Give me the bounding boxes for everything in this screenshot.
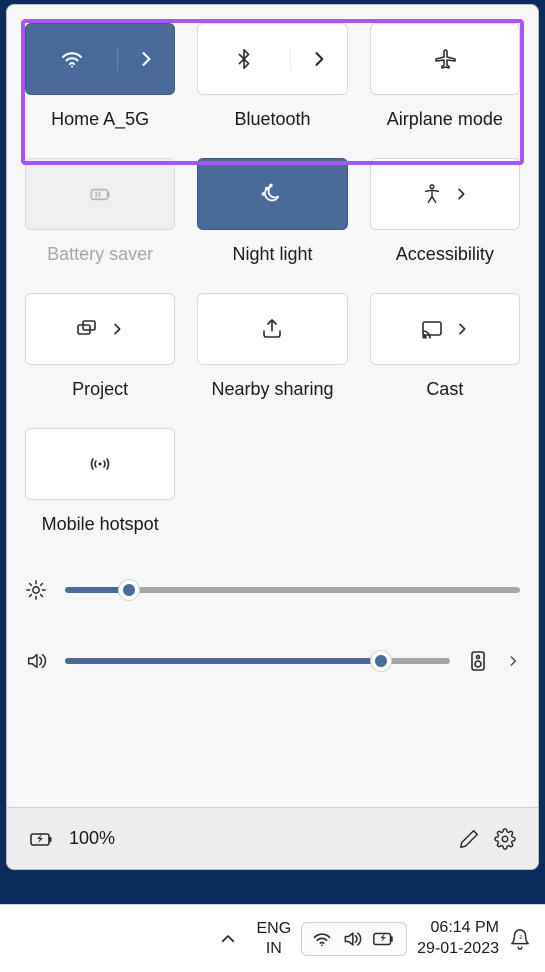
- language-bottom: IN: [256, 939, 291, 958]
- wifi-tray-icon: [312, 929, 332, 949]
- battery-tray-icon: [372, 930, 396, 948]
- project-toggle-block: Project: [25, 293, 175, 400]
- clock-date: 29-01-2023: [417, 939, 499, 960]
- nearby-sharing-button[interactable]: [197, 293, 347, 365]
- hotspot-label: Mobile hotspot: [42, 514, 159, 535]
- sliders-section: [25, 579, 520, 721]
- night-light-icon: [259, 181, 285, 207]
- project-button[interactable]: [25, 293, 175, 365]
- battery-percentage: 100%: [69, 828, 115, 849]
- quick-settings-panel: Home A_5G Bluetooth: [6, 4, 539, 870]
- language-top: ENG: [256, 919, 291, 938]
- accessibility-toggle-block: Accessibility: [370, 158, 520, 265]
- language-indicator[interactable]: ENG IN: [256, 919, 291, 957]
- hotspot-toggle-block: Mobile hotspot: [25, 428, 175, 535]
- audio-output-button[interactable]: [468, 649, 488, 673]
- chevron-right-icon: [454, 321, 470, 337]
- project-icon: [75, 317, 99, 341]
- volume-tray-icon: [342, 929, 362, 949]
- airplane-toggle-block: Airplane mode: [370, 23, 520, 130]
- accessibility-label: Accessibility: [396, 244, 494, 265]
- battery-icon: [29, 828, 55, 850]
- bluetooth-toggle-block: Bluetooth: [197, 23, 347, 130]
- project-label: Project: [72, 379, 128, 400]
- volume-icon: [25, 650, 47, 672]
- nearby-sharing-toggle-block: Nearby sharing: [197, 293, 347, 400]
- chevron-right-icon: [453, 186, 469, 202]
- toggle-grid: Home A_5G Bluetooth: [25, 23, 520, 535]
- bluetooth-icon: [233, 48, 255, 70]
- hotspot-button[interactable]: [25, 428, 175, 500]
- battery-saver-label: Battery saver: [47, 244, 153, 265]
- chevron-right-icon: [309, 49, 329, 69]
- cast-button[interactable]: [370, 293, 520, 365]
- wifi-icon: [60, 47, 84, 71]
- edit-button[interactable]: [458, 828, 480, 850]
- wifi-label: Home A_5G: [51, 109, 149, 130]
- bluetooth-expand-button[interactable]: [291, 49, 347, 69]
- notifications-button[interactable]: z: [509, 928, 531, 950]
- audio-output-expand[interactable]: [506, 654, 520, 668]
- night-light-button[interactable]: [197, 158, 347, 230]
- nearby-sharing-icon: [260, 317, 284, 341]
- volume-slider[interactable]: [65, 658, 450, 664]
- chevron-right-icon: [136, 49, 156, 69]
- airplane-label: Airplane mode: [387, 109, 503, 130]
- panel-footer: 100%: [7, 807, 538, 869]
- chevron-up-icon: [219, 930, 237, 948]
- hotspot-icon: [88, 452, 112, 476]
- battery-saver-button: [25, 158, 175, 230]
- night-light-toggle-block: Night light: [197, 158, 347, 265]
- brightness-icon: [25, 579, 47, 601]
- cast-icon: [420, 317, 444, 341]
- volume-slider-row: [25, 649, 520, 673]
- battery-saver-icon: [87, 181, 113, 207]
- brightness-slider[interactable]: [65, 587, 520, 593]
- clock-time: 06:14 PM: [417, 918, 499, 939]
- cast-label: Cast: [426, 379, 463, 400]
- cast-toggle-block: Cast: [370, 293, 520, 400]
- bluetooth-label: Bluetooth: [234, 109, 310, 130]
- chevron-right-icon: [109, 321, 125, 337]
- wifi-toggle-block: Home A_5G: [25, 23, 175, 130]
- brightness-slider-row: [25, 579, 520, 601]
- wifi-button[interactable]: [25, 23, 175, 95]
- airplane-button[interactable]: [370, 23, 520, 95]
- nearby-sharing-label: Nearby sharing: [211, 379, 333, 400]
- accessibility-button[interactable]: [370, 158, 520, 230]
- night-light-label: Night light: [232, 244, 312, 265]
- wifi-expand-button[interactable]: [118, 49, 174, 69]
- clock[interactable]: 06:14 PM 29-01-2023: [417, 918, 499, 960]
- system-tray[interactable]: [301, 922, 407, 956]
- svg-text:z: z: [519, 934, 522, 941]
- tray-overflow-button[interactable]: [210, 921, 246, 957]
- settings-button[interactable]: [494, 828, 516, 850]
- battery-saver-toggle-block: Battery saver: [25, 158, 175, 265]
- airplane-icon: [433, 47, 457, 71]
- accessibility-icon: [421, 183, 443, 205]
- taskbar: ENG IN 06:14 PM 29-01-2023 z: [0, 904, 545, 972]
- bluetooth-button[interactable]: [197, 23, 347, 95]
